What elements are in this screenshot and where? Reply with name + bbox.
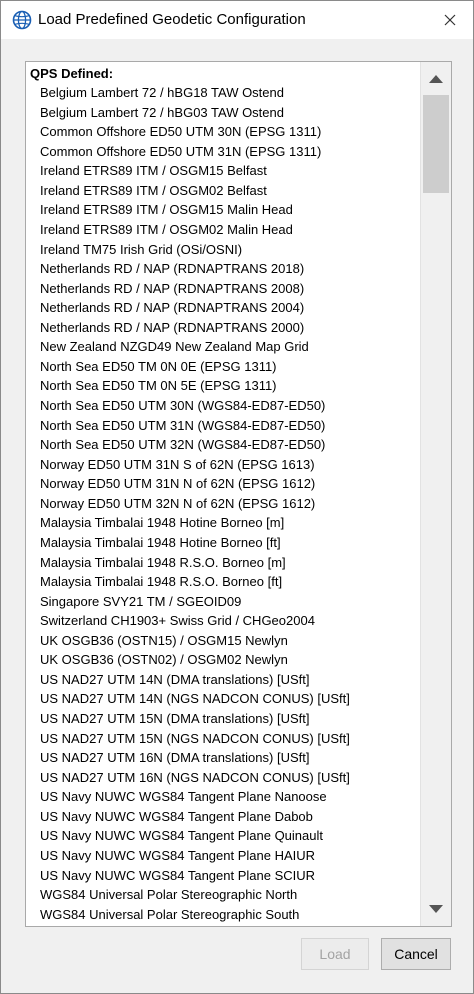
list-item[interactable]: Ireland ETRS89 ITM / OSGM15 Malin Head [26, 200, 420, 220]
list-content: QPS Defined: Belgium Lambert 72 / hBG18 … [26, 62, 420, 926]
vertical-scrollbar[interactable] [420, 62, 451, 926]
list-item[interactable]: US NAD27 UTM 14N (NGS NADCON CONUS) [USf… [26, 689, 420, 709]
scroll-up-button[interactable] [421, 64, 451, 94]
list-item[interactable]: WGS84 Universal Polar Stereographic Nort… [26, 885, 420, 905]
list-item[interactable]: US Navy NUWC WGS84 Tangent Plane HAIUR [26, 846, 420, 866]
list-item[interactable]: Belgium Lambert 72 / hBG18 TAW Ostend [26, 83, 420, 103]
close-button[interactable] [427, 1, 473, 39]
arrow-up-icon [429, 75, 443, 83]
list-item[interactable]: Malaysia Timbalai 1948 R.S.O. Borneo [ft… [26, 572, 420, 592]
list-item[interactable]: North Sea ED50 TM 0N 5E (EPSG 1311) [26, 376, 420, 396]
list-item[interactable]: Netherlands RD / NAP (RDNAPTRANS 2000) [26, 318, 420, 338]
list-item[interactable]: Malaysia Timbalai 1948 Hotine Borneo [m] [26, 513, 420, 533]
list-item[interactable]: Norway ED50 UTM 32N N of 62N (EPSG 1612) [26, 494, 420, 514]
dialog-window: Load Predefined Geodetic Configuration Q… [0, 0, 474, 994]
list-item[interactable]: Ireland TM75 Irish Grid (OSi/OSNI) [26, 240, 420, 260]
list-item[interactable]: Ireland ETRS89 ITM / OSGM15 Belfast [26, 161, 420, 181]
list-item[interactable]: Malaysia Timbalai 1948 Hotine Borneo [ft… [26, 533, 420, 553]
list-item[interactable]: Belgium Lambert 72 / hBG03 TAW Ostend [26, 103, 420, 123]
list-item[interactable]: US Navy NUWC WGS84 Tangent Plane Dabob [26, 807, 420, 827]
close-icon [444, 14, 456, 26]
load-button[interactable]: Load [301, 938, 369, 970]
configuration-list[interactable]: QPS Defined: Belgium Lambert 72 / hBG18 … [25, 61, 452, 927]
list-item[interactable]: Norway ED50 UTM 31N S of 62N (EPSG 1613) [26, 455, 420, 475]
scroll-down-button[interactable] [421, 894, 451, 924]
list-item[interactable]: North Sea ED50 UTM 32N (WGS84-ED87-ED50) [26, 435, 420, 455]
list-item[interactable]: US NAD27 UTM 15N (NGS NADCON CONUS) [USf… [26, 729, 420, 749]
list-item[interactable]: Switzerland CH1903+ Swiss Grid / CHGeo20… [26, 611, 420, 631]
window-title: Load Predefined Geodetic Configuration [38, 11, 306, 28]
cancel-button[interactable]: Cancel [381, 938, 451, 970]
list-item[interactable]: US NAD27 UTM 15N (DMA translations) [USf… [26, 709, 420, 729]
list-item[interactable]: Ireland ETRS89 ITM / OSGM02 Belfast [26, 181, 420, 201]
list-item[interactable]: North Sea ED50 UTM 31N (WGS84-ED87-ED50) [26, 416, 420, 436]
title-bar: Load Predefined Geodetic Configuration [1, 1, 473, 39]
list-item[interactable]: Netherlands RD / NAP (RDNAPTRANS 2004) [26, 298, 420, 318]
list-item[interactable]: WGS84 Universal Polar Stereographic Sout… [26, 905, 420, 925]
list-item[interactable]: US NAD27 UTM 16N (NGS NADCON CONUS) [USf… [26, 768, 420, 788]
list-item[interactable]: Netherlands RD / NAP (RDNAPTRANS 2018) [26, 259, 420, 279]
group-header-qps: QPS Defined: [30, 66, 114, 81]
list-item[interactable]: US Navy NUWC WGS84 Tangent Plane Quinaul… [26, 826, 420, 846]
list-item[interactable]: US NAD27 UTM 14N (DMA translations) [USf… [26, 670, 420, 690]
list-item[interactable]: UK OSGB36 (OSTN15) / OSGM15 Newlyn [26, 631, 420, 651]
list-item[interactable]: New Zealand NZGD49 New Zealand Map Grid [26, 337, 420, 357]
arrow-down-icon [429, 905, 443, 913]
list-item[interactable]: UK OSGB36 (OSTN02) / OSGM02 Newlyn [26, 650, 420, 670]
list-item[interactable]: Norway ED50 UTM 31N N of 62N (EPSG 1612) [26, 474, 420, 494]
list-item[interactable]: Netherlands RD / NAP (RDNAPTRANS 2008) [26, 279, 420, 299]
list-item[interactable]: Ireland ETRS89 ITM / OSGM02 Malin Head [26, 220, 420, 240]
list-item[interactable]: US Navy NUWC WGS84 Tangent Plane SCIUR [26, 866, 420, 886]
list-item[interactable]: Common Offshore ED50 UTM 30N (EPSG 1311) [26, 122, 420, 142]
list-item[interactable]: US NAD27 UTM 16N (DMA translations) [USf… [26, 748, 420, 768]
globe-icon [12, 10, 32, 30]
list-item[interactable]: Malaysia Timbalai 1948 R.S.O. Borneo [m] [26, 553, 420, 573]
list-item[interactable]: North Sea ED50 TM 0N 0E (EPSG 1311) [26, 357, 420, 377]
list-item[interactable]: US Navy NUWC WGS84 Tangent Plane Nanoose [26, 787, 420, 807]
list-item[interactable]: North Sea ED50 UTM 30N (WGS84-ED87-ED50) [26, 396, 420, 416]
scroll-thumb[interactable] [423, 95, 449, 193]
list-item[interactable]: Common Offshore ED50 UTM 31N (EPSG 1311) [26, 142, 420, 162]
list-item[interactable]: Singapore SVY21 TM / SGEOID09 [26, 592, 420, 612]
